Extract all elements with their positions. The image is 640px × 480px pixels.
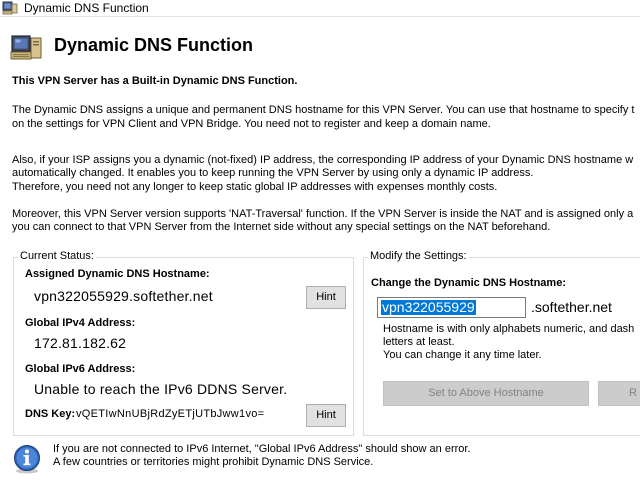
hostname-suffix: .softether.net (531, 299, 612, 315)
computer-icon (10, 35, 42, 60)
hostname-input[interactable]: vpn322055929 (377, 297, 526, 318)
dns-key-value: vQETIwNnUBjRdZyETjUTbJww1vo= (76, 408, 265, 420)
hostname-note-line-2: letters at least. (383, 336, 455, 348)
intro-paragraph-3-line-1: Moreover, this VPN Server version suppor… (12, 208, 634, 220)
intro-paragraph-3-line-2: you can connect to that VPN Server from … (12, 221, 551, 233)
intro-paragraph-2-line-1: Also, if your ISP assigns you a dynamic … (12, 154, 634, 166)
ipv4-address-label: Global IPv4 Address: (25, 317, 136, 329)
dns-key-hint-button[interactable]: Hint (306, 404, 346, 427)
dns-key-label: DNS Key: (25, 408, 76, 420)
intro-paragraph-1-line-2: on the settings for VPN Client and VPN B… (12, 118, 491, 130)
hostname-note-line-1: Hostname is with only alphabets numeric,… (383, 323, 635, 335)
intro-paragraph-1-line-1: The Dynamic DNS assigns a unique and per… (12, 104, 635, 116)
restore-hostname-button-label: R (629, 387, 637, 399)
footer-note-line-1: If you are not connected to IPv6 Interne… (53, 443, 471, 455)
ipv6-address-value: Unable to reach the IPv6 DDNS Server. (34, 381, 288, 397)
hostname-input-value: vpn322055929 (381, 299, 476, 315)
set-hostname-button-label: Set to Above Hostname (428, 387, 544, 399)
ipv6-address-label: Global IPv6 Address: (25, 363, 136, 375)
window-title: Dynamic DNS Function (24, 1, 149, 15)
hostname-note-line-3: You can change it any time later. (383, 349, 542, 361)
info-icon (14, 445, 40, 474)
dns-key-hint-button-label: Hint (316, 409, 336, 421)
modify-settings-group-label: Modify the Settings: (368, 250, 469, 263)
change-hostname-label: Change the Dynamic DNS Hostname: (371, 277, 566, 289)
intro-paragraph-2-line-2: automatically changed. It enables you to… (12, 167, 534, 179)
hostname-hint-button[interactable]: Hint (306, 286, 346, 309)
window-titlebar: Dynamic DNS Function (0, 0, 640, 17)
page-title: Dynamic DNS Function (54, 35, 254, 55)
intro-paragraph-2-line-3: Therefore, you need not any longer to ke… (12, 181, 498, 193)
computer-icon (2, 1, 18, 15)
ipv4-address-value: 172.81.182.62 (34, 335, 127, 351)
intro-heading: This VPN Server has a Built-in Dynamic D… (12, 75, 298, 87)
assigned-hostname-value: vpn322055929.softether.net (34, 288, 213, 304)
current-status-group-label: Current Status: (18, 250, 96, 263)
footer-note-line-2: A few countries or territories might pro… (53, 456, 374, 468)
restore-hostname-button[interactable]: R (598, 381, 640, 406)
set-hostname-button[interactable]: Set to Above Hostname (383, 381, 589, 406)
hostname-hint-button-label: Hint (316, 291, 336, 303)
assigned-hostname-label: Assigned Dynamic DNS Hostname: (25, 268, 210, 280)
